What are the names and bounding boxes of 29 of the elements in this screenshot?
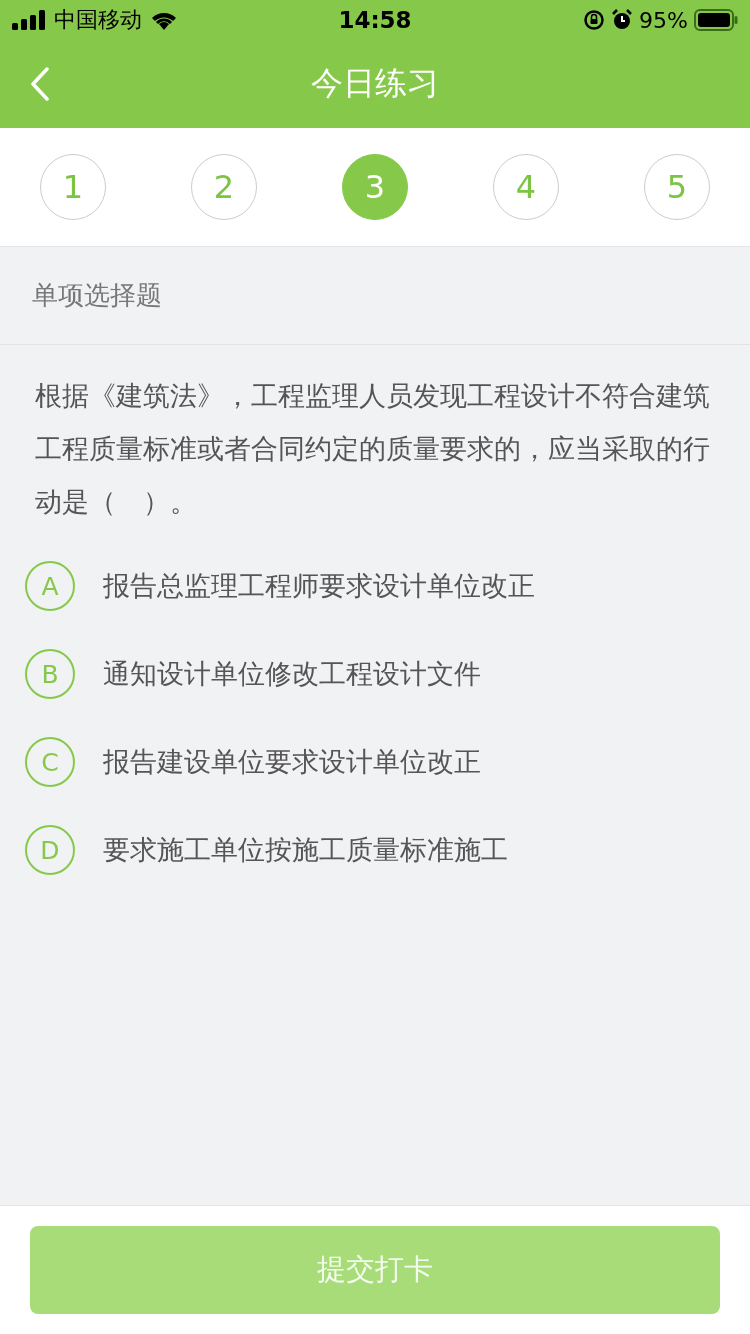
option-letter: A [25,561,75,611]
option-letter: B [25,649,75,699]
question-number[interactable]: 1 [40,154,106,220]
option-letter: D [25,825,75,875]
question-number[interactable]: 4 [493,154,559,220]
option-text: 报告建设单位要求设计单位改正 [103,745,481,779]
wifi-icon [150,10,178,30]
answer-option[interactable]: A 报告总监理工程师要求设计单位改正 [25,542,720,630]
alarm-icon [611,9,634,31]
answer-option[interactable]: C 报告建设单位要求设计单位改正 [25,718,720,806]
section-title: 单项选择题 [32,279,162,312]
clock-time: 14:58 [338,7,412,33]
rotation-lock-icon [583,9,606,31]
option-text: 要求施工单位按施工质量标准施工 [103,833,508,867]
answer-option[interactable]: D 要求施工单位按施工质量标准施工 [25,806,720,894]
question-number[interactable]: 2 [191,154,257,220]
back-icon[interactable] [30,67,50,101]
option-text: 通知设计单位修改工程设计文件 [103,657,481,691]
question-number[interactable]: 5 [644,154,710,220]
answer-option[interactable]: B 通知设计单位修改工程设计文件 [25,630,720,718]
question-text: 根据《建筑法》，工程监理人员发现工程设计不符合建筑工程质量标准或者合同约定的质量要求的，应当采取的行动是（ ）。 [35,379,711,519]
option-letter: C [25,737,75,787]
battery-percent: 95% [639,7,688,33]
page-title: 今日练习 [311,63,439,104]
battery-icon [694,9,738,31]
signal-icon [12,10,46,30]
question-number[interactable]: 3 [342,154,408,220]
carrier-name: 中国移动 [54,6,142,34]
option-text: 报告总监理工程师要求设计单位改正 [103,569,535,603]
